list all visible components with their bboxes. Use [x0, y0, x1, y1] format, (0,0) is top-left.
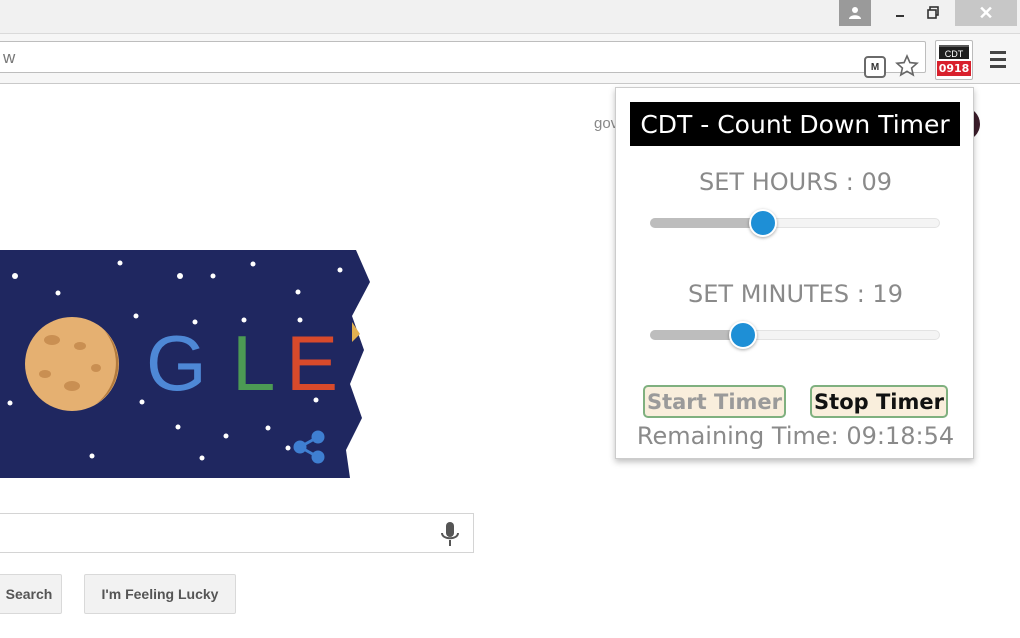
popup-title: CDT - Count Down Timer — [630, 102, 960, 146]
user-icon — [849, 7, 861, 19]
restore-icon — [927, 6, 939, 19]
cdt-popup: CDT - Count Down Timer SET HOURS : 09 SE… — [615, 87, 974, 459]
browser-toolbar: w M — [0, 34, 1020, 84]
microphone-icon[interactable] — [437, 520, 463, 548]
svg-text:L: L — [232, 319, 275, 407]
hours-slider-fill — [650, 218, 764, 228]
hours-slider[interactable] — [650, 209, 940, 237]
chrome-menu-icon[interactable] — [985, 46, 1011, 72]
bookmark-star-icon[interactable] — [893, 52, 921, 80]
stop-timer-button[interactable]: Stop Timer — [810, 385, 948, 418]
close-button[interactable]: ✕ — [955, 0, 1017, 26]
browser-window: ✕ w M CDT 0918 gov G L E Search I'm Feel… — [0, 0, 1020, 638]
svg-text:E: E — [286, 319, 338, 407]
remaining-time: Remaining Time: 09:18:54 — [636, 422, 955, 450]
m-extension-icon[interactable]: M — [864, 56, 886, 78]
restore-button[interactable] — [918, 0, 948, 26]
minutes-slider-thumb[interactable] — [729, 321, 758, 349]
feeling-lucky-button[interactable]: I'm Feeling Lucky — [84, 574, 236, 614]
google-search-button[interactable]: Search — [0, 574, 62, 614]
google-doodle[interactable]: G L E — [0, 250, 380, 478]
cdt-extension-label: CDT — [939, 45, 969, 59]
profile-button[interactable] — [839, 0, 871, 26]
search-input[interactable] — [0, 513, 474, 553]
cdt-extension-icon[interactable]: CDT 0918 — [935, 40, 973, 80]
cdt-extension-badge: 0918 — [937, 61, 971, 76]
minimize-button[interactable] — [885, 0, 915, 26]
address-text: w — [3, 48, 16, 67]
start-timer-button[interactable]: Start Timer — [643, 385, 786, 418]
hours-label: SET HOURS : 09 — [699, 168, 892, 196]
minimize-icon — [896, 15, 904, 17]
address-bar[interactable]: w M — [0, 41, 926, 78]
window-titlebar: ✕ — [0, 0, 1020, 34]
svg-text:G: G — [146, 319, 207, 407]
minutes-slider[interactable] — [650, 321, 940, 349]
close-icon: ✕ — [978, 2, 994, 23]
hours-slider-thumb[interactable] — [749, 209, 778, 237]
minutes-label: SET MINUTES : 19 — [688, 280, 903, 308]
